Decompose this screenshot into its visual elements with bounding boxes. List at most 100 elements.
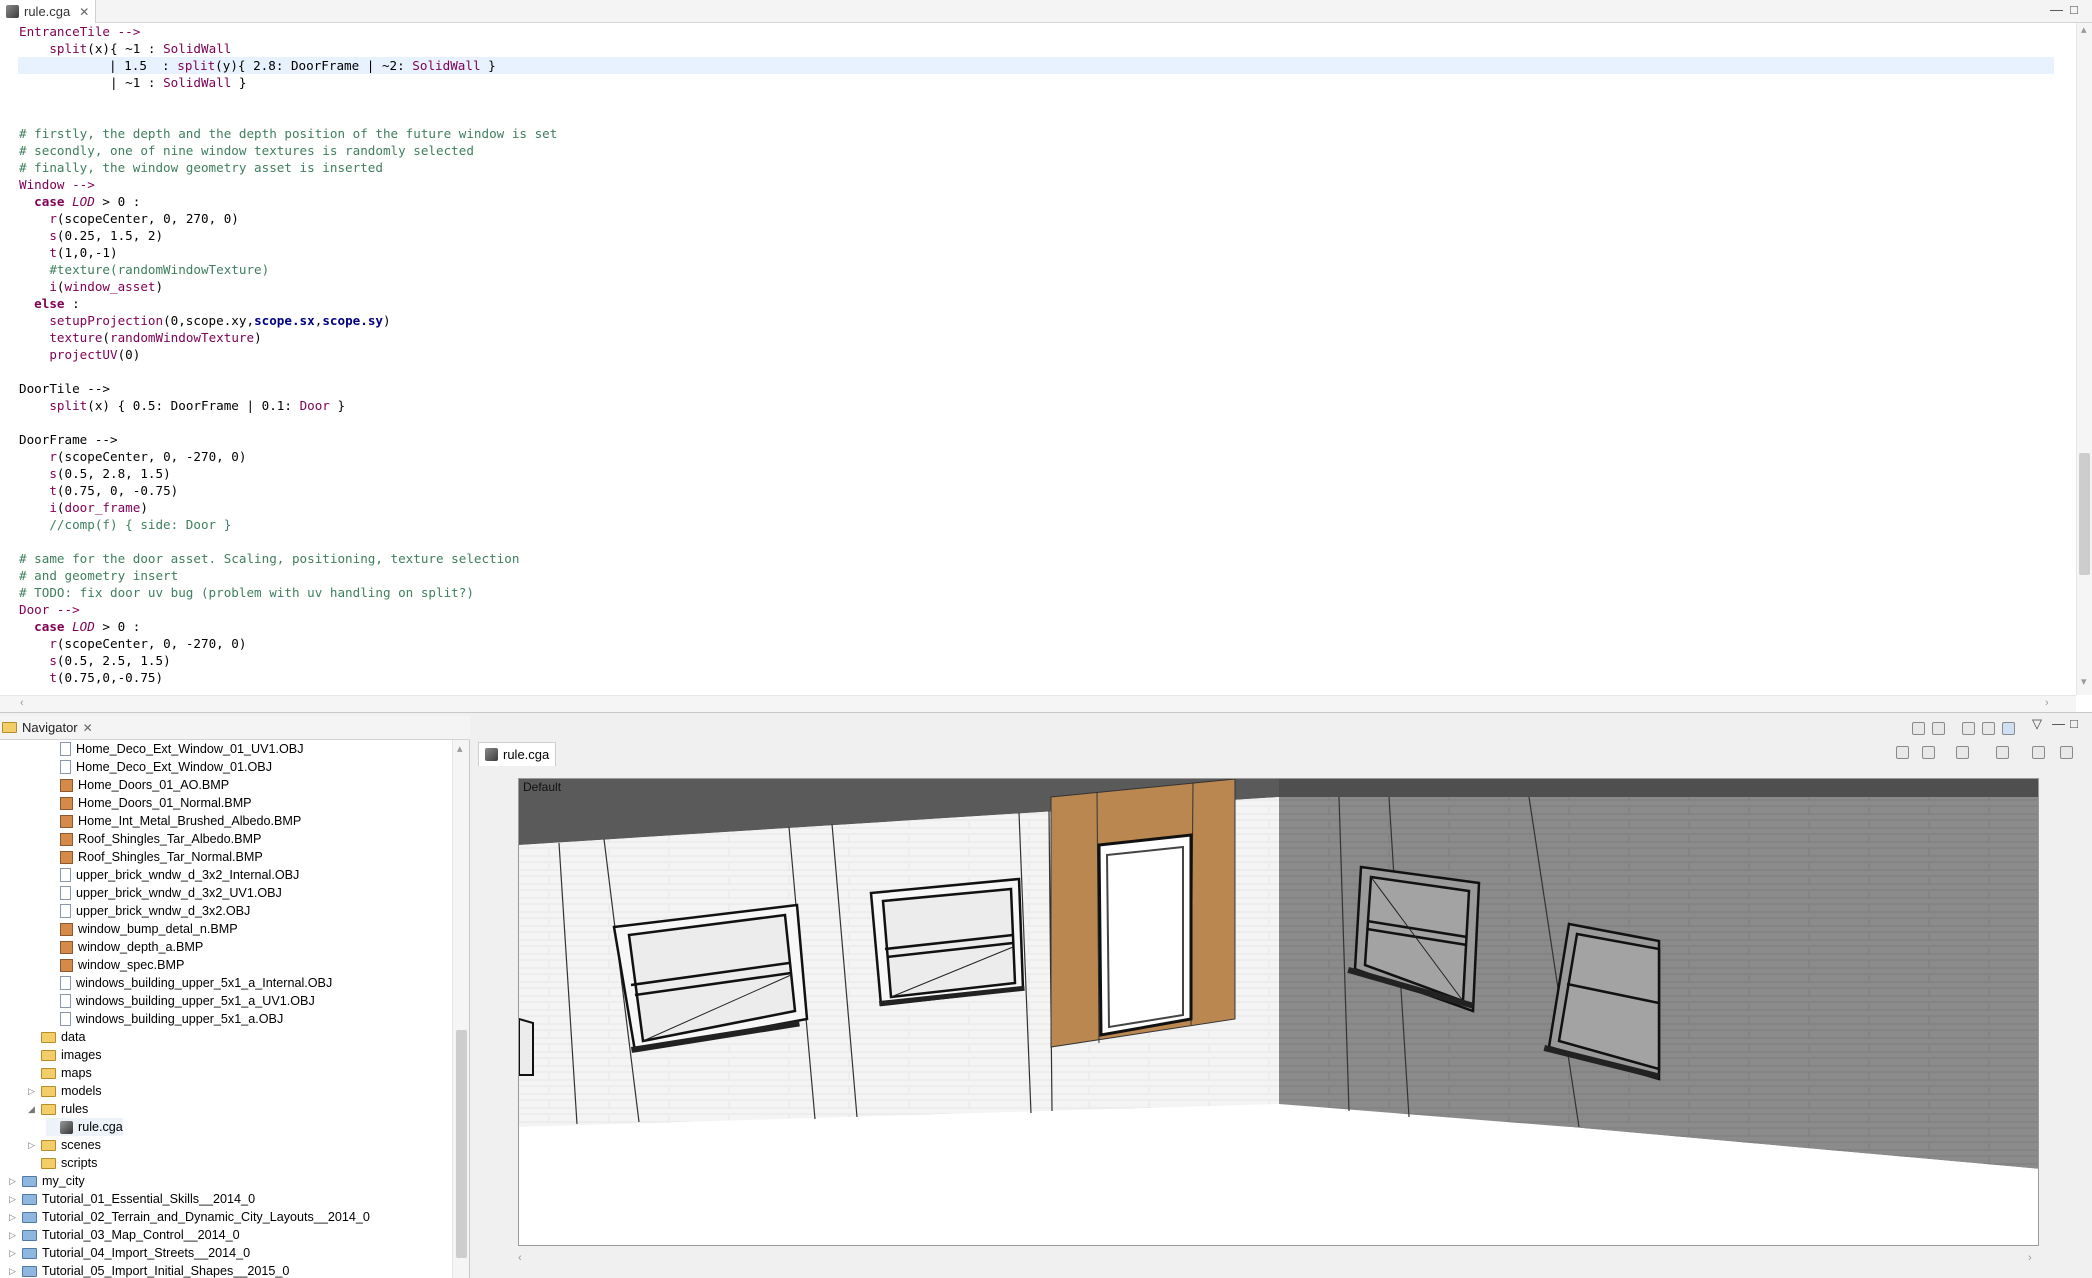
expand-twisty-icon[interactable]: ▷	[8, 1230, 17, 1241]
code-line[interactable]: s(0.5, 2.5, 1.5)	[19, 652, 170, 669]
code-line[interactable]: i(door_frame)	[19, 499, 148, 516]
outline-icon[interactable]	[1962, 722, 1975, 735]
navigator-item[interactable]: upper_brick_wndw_d_3x2_Internal.OBJ	[46, 866, 299, 884]
navigator-item[interactable]: upper_brick_wndw_d_3x2.OBJ	[46, 902, 250, 920]
expand-twisty-icon[interactable]: ▷	[27, 1140, 36, 1151]
code-area[interactable]: EntranceTile --> split(x){ ~1 : SolidWal…	[0, 23, 2055, 693]
navigator-item[interactable]: windows_building_upper_5x1_a_UV1.OBJ	[46, 992, 315, 1010]
camera-icon[interactable]	[1956, 746, 1969, 759]
expand-twisty-icon[interactable]: ▷	[8, 1194, 17, 1205]
navigator-item[interactable]: images	[27, 1046, 102, 1064]
layout-icon[interactable]	[2060, 746, 2073, 759]
code-line[interactable]: split(x){ ~1 : SolidWall	[19, 40, 231, 57]
code-line[interactable]: DoorTile -->	[19, 380, 110, 397]
tab-viewport-rule-cga[interactable]: rule.cga	[478, 742, 557, 766]
navigator-item[interactable]: rule.cga	[46, 1118, 123, 1136]
navigator-item[interactable]: ◢ rules	[27, 1100, 88, 1118]
toggle-view-icon[interactable]	[2002, 722, 2015, 735]
minimize-icon[interactable]: —	[2050, 2, 2063, 17]
navigator-item[interactable]: scripts	[27, 1154, 97, 1172]
navigator-title[interactable]: Navigator	[22, 720, 78, 735]
navigator-close-icon[interactable]: ✕	[83, 721, 93, 735]
code-line[interactable]: Door -->	[19, 601, 80, 618]
navigator-item[interactable]: maps	[27, 1064, 92, 1082]
expand-twisty-icon[interactable]: ◢	[27, 1104, 36, 1115]
scroll-down-icon[interactable]: ▾	[2081, 675, 2087, 688]
code-line[interactable]: case LOD > 0 :	[19, 618, 140, 635]
minimize-icon[interactable]: —	[2052, 716, 2065, 731]
navigator-item[interactable]: ▷ Tutorial_04_Import_Streets__2014_0	[8, 1244, 250, 1262]
navigator-item[interactable]: ▷ Tutorial_05_Import_Initial_Shapes__2015…	[8, 1262, 289, 1278]
code-line[interactable]: r(scopeCenter, 0, -270, 0)	[19, 448, 246, 465]
code-line[interactable]: # secondly, one of nine window textures …	[19, 142, 474, 159]
maximize-icon[interactable]: □	[2070, 716, 2078, 731]
navigator-item[interactable]: Home_Doors_01_Normal.BMP	[46, 794, 252, 812]
code-line[interactable]: r(scopeCenter, 0, -270, 0)	[19, 635, 246, 652]
navigator-scroll-thumb[interactable]	[456, 1030, 467, 1258]
navigator-item[interactable]: windows_building_upper_5x1_a_Internal.OB…	[46, 974, 332, 992]
navigator-item[interactable]: window_bump_detal_n.BMP	[46, 920, 238, 938]
navigator-vertical-scrollbar[interactable]: ▴	[452, 740, 469, 1278]
code-line[interactable]: # TODO: fix door uv bug (problem with uv…	[19, 584, 474, 601]
navigator-item[interactable]: Home_Doors_01_AO.BMP	[46, 776, 229, 794]
navigator-item[interactable]: ▷ my_city	[8, 1172, 85, 1190]
grid-display-icon[interactable]	[1896, 746, 1909, 759]
navigator-item[interactable]: Home_Deco_Ext_Window_01.OBJ	[46, 758, 272, 776]
navigator-item[interactable]: windows_building_upper_5x1_a.OBJ	[46, 1010, 283, 1028]
shading-icon[interactable]	[1922, 746, 1935, 759]
code-line[interactable]: #texture(randomWindowTexture)	[19, 261, 269, 278]
code-line[interactable]: s(0.5, 2.8, 1.5)	[19, 465, 170, 482]
navigator-item[interactable]: window_spec.BMP	[46, 956, 184, 974]
collapse-all-icon[interactable]	[1912, 722, 1925, 735]
navigator-item[interactable]: Home_Deco_Ext_Window_01_UV1.OBJ	[46, 740, 304, 758]
navigator-item[interactable]: data	[27, 1028, 86, 1046]
code-editor[interactable]: rule.cga ✕ — □ EntranceTile --> split(x)…	[0, 0, 2092, 713]
navigator-item[interactable]: Home_Int_Metal_Brushed_Albedo.BMP	[46, 812, 301, 830]
navigator-item[interactable]: window_depth_a.BMP	[46, 938, 203, 956]
view-menu-icon[interactable]: ▽	[2032, 716, 2042, 732]
3d-viewport[interactable]: Default	[518, 778, 2039, 1246]
code-line[interactable]: setupProjection(0,scope.xy,scope.sx,scop…	[19, 312, 390, 329]
code-line[interactable]: DoorFrame -->	[19, 431, 118, 448]
editor-horizontal-scrollbar[interactable]: ‹ ›	[0, 695, 2076, 712]
maximize-icon[interactable]: □	[2070, 2, 2078, 17]
settings-icon[interactable]	[1996, 746, 2009, 759]
code-line[interactable]: i(window_asset)	[19, 278, 163, 295]
editor-vertical-scrollbar[interactable]: ▴ ▾	[2076, 23, 2092, 695]
scroll-up-icon[interactable]: ▴	[457, 742, 463, 755]
editor-scroll-thumb[interactable]	[2079, 453, 2090, 575]
code-line[interactable]: else :	[19, 295, 80, 312]
view-options-icon[interactable]	[2032, 746, 2045, 759]
code-line[interactable]: //comp(f) { side: Door }	[19, 516, 231, 533]
navigator-item[interactable]: Roof_Shingles_Tar_Normal.BMP	[46, 848, 263, 866]
navigator-item[interactable]: ▷ Tutorial_03_Map_Control__2014_0	[8, 1226, 240, 1244]
viewport-horizontal-scrollbar[interactable]: ‹ ›	[518, 1250, 2039, 1266]
sync-icon[interactable]	[1982, 722, 1995, 735]
code-line[interactable]: split(x) { 0.5: DoorFrame | 0.1: Door }	[19, 397, 345, 414]
link-editor-icon[interactable]	[1932, 722, 1945, 735]
scroll-left-icon[interactable]: ‹	[518, 1252, 522, 1264]
code-line[interactable]: EntranceTile -->	[19, 23, 140, 40]
code-line[interactable]: r(scopeCenter, 0, 270, 0)	[19, 210, 239, 227]
expand-twisty-icon[interactable]: ▷	[27, 1086, 36, 1097]
scroll-left-icon[interactable]: ‹	[20, 697, 24, 709]
tab-rule-cga[interactable]: rule.cga ✕	[0, 0, 97, 23]
navigator-item[interactable]: upper_brick_wndw_d_3x2_UV1.OBJ	[46, 884, 282, 902]
expand-twisty-icon[interactable]: ▷	[8, 1266, 17, 1277]
navigator-tree[interactable]: Home_Deco_Ext_Window_01_UV1.OBJ Home_Deco…	[0, 740, 452, 1278]
code-line[interactable]: s(0.25, 1.5, 2)	[19, 227, 163, 244]
close-tab-icon[interactable]: ✕	[79, 5, 89, 19]
navigator-item[interactable]: ▷ scenes	[27, 1136, 101, 1154]
code-line[interactable]: # firstly, the depth and the depth posit…	[19, 125, 557, 142]
scroll-right-icon[interactable]: ›	[2045, 697, 2049, 709]
code-line[interactable]: # same for the door asset. Scaling, posi…	[19, 550, 519, 567]
code-line[interactable]: | ~1 : SolidWall }	[19, 74, 247, 91]
code-line[interactable]: t(0.75,0,-0.75)	[19, 669, 163, 686]
code-line[interactable]: Window -->	[19, 176, 95, 193]
code-line[interactable]: # finally, the window geometry asset is …	[19, 159, 383, 176]
code-line[interactable]: case LOD > 0 :	[19, 193, 140, 210]
code-line[interactable]: t(0.75, 0, -0.75)	[19, 482, 178, 499]
expand-twisty-icon[interactable]: ▷	[8, 1248, 17, 1259]
code-line[interactable]: | 1.5 : split(y){ 2.8: DoorFrame | ~2: S…	[18, 57, 2054, 74]
navigator-item[interactable]: ▷ models	[27, 1082, 102, 1100]
